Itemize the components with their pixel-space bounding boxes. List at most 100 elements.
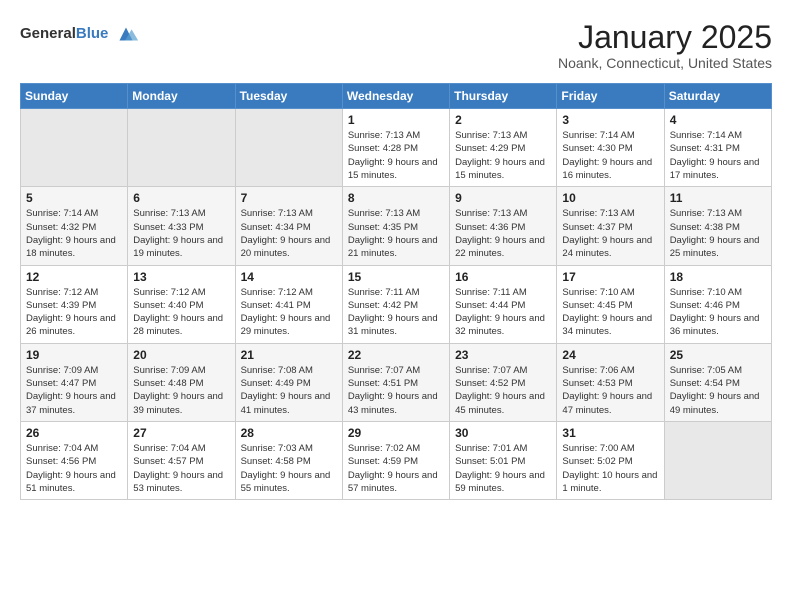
day-number: 25 (670, 348, 766, 362)
weekday-header: Sunday (21, 84, 128, 109)
day-number: 24 (562, 348, 658, 362)
calendar-week-row: 5 Sunrise: 7:14 AM Sunset: 4:32 PM Daylig… (21, 187, 772, 265)
calendar-cell: 4 Sunrise: 7:14 AM Sunset: 4:31 PM Daylig… (664, 109, 771, 187)
day-info: Sunrise: 7:09 AM Sunset: 4:47 PM Dayligh… (26, 364, 122, 417)
day-info: Sunrise: 7:07 AM Sunset: 4:51 PM Dayligh… (348, 364, 444, 417)
calendar-cell: 21 Sunrise: 7:08 AM Sunset: 4:49 PM Dayli… (235, 343, 342, 421)
calendar-week-row: 19 Sunrise: 7:09 AM Sunset: 4:47 PM Dayli… (21, 343, 772, 421)
calendar-cell: 20 Sunrise: 7:09 AM Sunset: 4:48 PM Dayli… (128, 343, 235, 421)
day-number: 17 (562, 270, 658, 284)
day-info: Sunrise: 7:03 AM Sunset: 4:58 PM Dayligh… (241, 442, 337, 495)
weekday-header: Saturday (664, 84, 771, 109)
calendar-cell (21, 109, 128, 187)
calendar-cell: 14 Sunrise: 7:12 AM Sunset: 4:41 PM Dayli… (235, 265, 342, 343)
calendar-cell: 27 Sunrise: 7:04 AM Sunset: 4:57 PM Dayli… (128, 421, 235, 499)
day-number: 1 (348, 113, 444, 127)
day-number: 21 (241, 348, 337, 362)
calendar-cell: 29Sunrise: 7:02 AM Sunset: 4:59 PM Dayli… (342, 421, 449, 499)
day-number: 31 (562, 426, 658, 440)
day-info: Sunrise: 7:13 AM Sunset: 4:38 PM Dayligh… (670, 207, 766, 260)
day-number: 30 (455, 426, 551, 440)
day-number: 26 (26, 426, 122, 440)
calendar-week-row: 26 Sunrise: 7:04 AM Sunset: 4:56 PM Dayli… (21, 421, 772, 499)
day-number: 4 (670, 113, 766, 127)
day-info: Sunrise: 7:14 AM Sunset: 4:32 PM Dayligh… (26, 207, 122, 260)
day-info: Sunrise: 7:04 AM Sunset: 4:56 PM Dayligh… (26, 442, 122, 495)
day-info: Sunrise: 7:00 AM Sunset: 5:02 PM Dayligh… (562, 442, 658, 495)
logo-text: GeneralBlue (20, 25, 108, 43)
day-number: 20 (133, 348, 229, 362)
day-info: Sunrise: 7:05 AM Sunset: 4:54 PM Dayligh… (670, 364, 766, 417)
calendar-cell: 25 Sunrise: 7:05 AM Sunset: 4:54 PM Dayli… (664, 343, 771, 421)
calendar-cell: 30 Sunrise: 7:01 AM Sunset: 5:01 PM Dayli… (450, 421, 557, 499)
calendar-cell: 13Sunrise: 7:12 AM Sunset: 4:40 PM Dayli… (128, 265, 235, 343)
calendar-cell (128, 109, 235, 187)
calendar-cell: 10Sunrise: 7:13 AM Sunset: 4:37 PM Dayli… (557, 187, 664, 265)
day-number: 9 (455, 191, 551, 205)
logo-icon (112, 20, 140, 48)
calendar-cell: 19 Sunrise: 7:09 AM Sunset: 4:47 PM Dayli… (21, 343, 128, 421)
calendar-cell: 18 Sunrise: 7:10 AM Sunset: 4:46 PM Dayli… (664, 265, 771, 343)
calendar: SundayMondayTuesdayWednesdayThursdayFrid… (20, 83, 772, 500)
day-number: 12 (26, 270, 122, 284)
day-info: Sunrise: 7:13 AM Sunset: 4:35 PM Dayligh… (348, 207, 444, 260)
weekday-header: Tuesday (235, 84, 342, 109)
page: GeneralBlue January 2025 Noank, Connecti… (0, 0, 792, 510)
day-number: 11 (670, 191, 766, 205)
calendar-cell: 22 Sunrise: 7:07 AM Sunset: 4:51 PM Dayli… (342, 343, 449, 421)
calendar-cell: 11 Sunrise: 7:13 AM Sunset: 4:38 PM Dayli… (664, 187, 771, 265)
location-title: Noank, Connecticut, United States (558, 55, 772, 71)
calendar-cell: 17 Sunrise: 7:10 AM Sunset: 4:45 PM Dayli… (557, 265, 664, 343)
day-info: Sunrise: 7:13 AM Sunset: 4:28 PM Dayligh… (348, 129, 444, 182)
calendar-cell: 26 Sunrise: 7:04 AM Sunset: 4:56 PM Dayli… (21, 421, 128, 499)
calendar-cell: 28 Sunrise: 7:03 AM Sunset: 4:58 PM Dayli… (235, 421, 342, 499)
day-number: 19 (26, 348, 122, 362)
calendar-cell (664, 421, 771, 499)
day-number: 14 (241, 270, 337, 284)
day-number: 7 (241, 191, 337, 205)
day-number: 18 (670, 270, 766, 284)
day-number: 2 (455, 113, 551, 127)
calendar-cell: 7Sunrise: 7:13 AM Sunset: 4:34 PM Daylig… (235, 187, 342, 265)
day-info: Sunrise: 7:11 AM Sunset: 4:42 PM Dayligh… (348, 286, 444, 339)
day-info: Sunrise: 7:01 AM Sunset: 5:01 PM Dayligh… (455, 442, 551, 495)
day-info: Sunrise: 7:06 AM Sunset: 4:53 PM Dayligh… (562, 364, 658, 417)
month-title: January 2025 (558, 20, 772, 55)
day-number: 29 (348, 426, 444, 440)
day-number: 27 (133, 426, 229, 440)
day-info: Sunrise: 7:13 AM Sunset: 4:36 PM Dayligh… (455, 207, 551, 260)
day-info: Sunrise: 7:04 AM Sunset: 4:57 PM Dayligh… (133, 442, 229, 495)
day-number: 22 (348, 348, 444, 362)
logo-general: GeneralBlue (20, 25, 108, 43)
weekday-header: Wednesday (342, 84, 449, 109)
day-number: 28 (241, 426, 337, 440)
day-number: 13 (133, 270, 229, 284)
day-number: 15 (348, 270, 444, 284)
day-number: 23 (455, 348, 551, 362)
day-info: Sunrise: 7:08 AM Sunset: 4:49 PM Dayligh… (241, 364, 337, 417)
calendar-week-row: 1 Sunrise: 7:13 AM Sunset: 4:28 PM Daylig… (21, 109, 772, 187)
calendar-cell: 5 Sunrise: 7:14 AM Sunset: 4:32 PM Daylig… (21, 187, 128, 265)
day-info: Sunrise: 7:09 AM Sunset: 4:48 PM Dayligh… (133, 364, 229, 417)
day-info: Sunrise: 7:14 AM Sunset: 4:31 PM Dayligh… (670, 129, 766, 182)
day-number: 3 (562, 113, 658, 127)
calendar-cell: 23 Sunrise: 7:07 AM Sunset: 4:52 PM Dayli… (450, 343, 557, 421)
calendar-cell: 8 Sunrise: 7:13 AM Sunset: 4:35 PM Daylig… (342, 187, 449, 265)
day-info: Sunrise: 7:12 AM Sunset: 4:41 PM Dayligh… (241, 286, 337, 339)
calendar-cell: 3 Sunrise: 7:14 AM Sunset: 4:30 PM Daylig… (557, 109, 664, 187)
calendar-cell: 12 Sunrise: 7:12 AM Sunset: 4:39 PM Dayli… (21, 265, 128, 343)
day-info: Sunrise: 7:12 AM Sunset: 4:39 PM Dayligh… (26, 286, 122, 339)
day-number: 8 (348, 191, 444, 205)
day-info: Sunrise: 7:07 AM Sunset: 4:52 PM Dayligh… (455, 364, 551, 417)
day-info: Sunrise: 7:10 AM Sunset: 4:46 PM Dayligh… (670, 286, 766, 339)
day-info: Sunrise: 7:14 AM Sunset: 4:30 PM Dayligh… (562, 129, 658, 182)
calendar-week-row: 12 Sunrise: 7:12 AM Sunset: 4:39 PM Dayli… (21, 265, 772, 343)
day-number: 5 (26, 191, 122, 205)
weekday-header-row: SundayMondayTuesdayWednesdayThursdayFrid… (21, 84, 772, 109)
calendar-cell: 1 Sunrise: 7:13 AM Sunset: 4:28 PM Daylig… (342, 109, 449, 187)
header: GeneralBlue January 2025 Noank, Connecti… (20, 20, 772, 71)
day-info: Sunrise: 7:13 AM Sunset: 4:33 PM Dayligh… (133, 207, 229, 260)
calendar-cell: 15 Sunrise: 7:11 AM Sunset: 4:42 PM Dayli… (342, 265, 449, 343)
day-info: Sunrise: 7:10 AM Sunset: 4:45 PM Dayligh… (562, 286, 658, 339)
weekday-header: Monday (128, 84, 235, 109)
